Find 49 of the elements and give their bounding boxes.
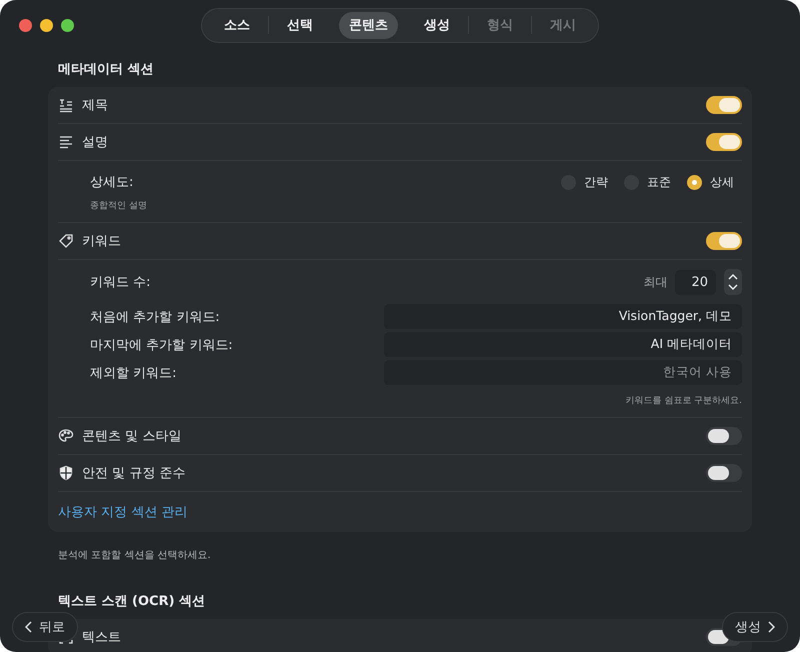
text-field[interactable]: 한국어 사용 xyxy=(384,360,742,385)
row-label: 텍스트 xyxy=(82,629,122,646)
tag-icon xyxy=(58,233,74,249)
row-label: 안전 및 규정 준수 xyxy=(82,465,186,482)
toggle-switch[interactable] xyxy=(706,427,742,445)
palette-icon xyxy=(58,428,74,444)
back-button[interactable]: 뒤로 xyxy=(12,612,78,642)
section-title: 텍스트 스캔 (OCR) 섹션 xyxy=(57,593,206,611)
radio-label: 간략 xyxy=(584,174,608,190)
toggle-switch[interactable] xyxy=(706,133,742,151)
tab[interactable]: 소스 xyxy=(214,12,260,38)
text-format-icon xyxy=(58,97,74,113)
minimize-icon[interactable] xyxy=(40,19,53,32)
toggle-switch[interactable] xyxy=(706,96,742,114)
stepper[interactable] xyxy=(724,269,742,295)
field-label: 처음에 추가할 키워드: xyxy=(90,308,221,326)
field-label: 키워드 수: xyxy=(90,274,152,291)
field-label: 마지막에 추가할 키워드: xyxy=(90,336,234,354)
tab[interactable]: 콘텐츠 xyxy=(339,12,398,38)
chevrons-icon xyxy=(727,272,739,292)
generate-button[interactable]: 생성 xyxy=(722,612,788,642)
paragraph-icon xyxy=(58,134,74,150)
tab[interactable]: 선택 xyxy=(277,12,323,38)
text-field[interactable]: AI 메타데이터 xyxy=(384,332,742,357)
radio-label: 상세 xyxy=(710,174,734,190)
close-icon[interactable] xyxy=(19,19,32,32)
manage-sections-link[interactable]: 사용자 지정 섹션 관리 xyxy=(58,492,742,532)
row-label: 설명 xyxy=(82,134,109,151)
detail-label: 상세도: xyxy=(90,174,134,191)
row-label: 콘텐츠 및 스타일 xyxy=(82,428,182,445)
radio-label: 표준 xyxy=(647,174,671,190)
chevron-left-icon xyxy=(25,621,33,633)
toggle-switch[interactable] xyxy=(706,464,742,482)
toggle-switch[interactable] xyxy=(706,232,742,250)
detail-description: 종합적인 설명 xyxy=(90,200,148,212)
row-label: 키워드 xyxy=(82,233,122,250)
radio-button[interactable] xyxy=(687,174,702,190)
shield-icon xyxy=(58,465,74,481)
zoom-icon[interactable] xyxy=(61,19,74,32)
number-field[interactable]: 20 xyxy=(675,270,716,294)
tab[interactable]: 생성 xyxy=(414,12,460,38)
max-label: 최대 xyxy=(643,274,668,290)
field-label: 제외할 키워드: xyxy=(90,364,178,382)
section-title: 메타데이터 섹션 xyxy=(57,61,155,79)
text-field[interactable]: VisionTagger, 데모 xyxy=(384,304,742,329)
chevron-right-icon xyxy=(767,621,775,633)
row-label: 제목 xyxy=(82,97,109,114)
section-note: 분석에 포함할 섹션을 선택하세요. xyxy=(57,549,212,563)
hint-text: 키워드를 쉼표로 구분하세요. xyxy=(625,395,742,407)
